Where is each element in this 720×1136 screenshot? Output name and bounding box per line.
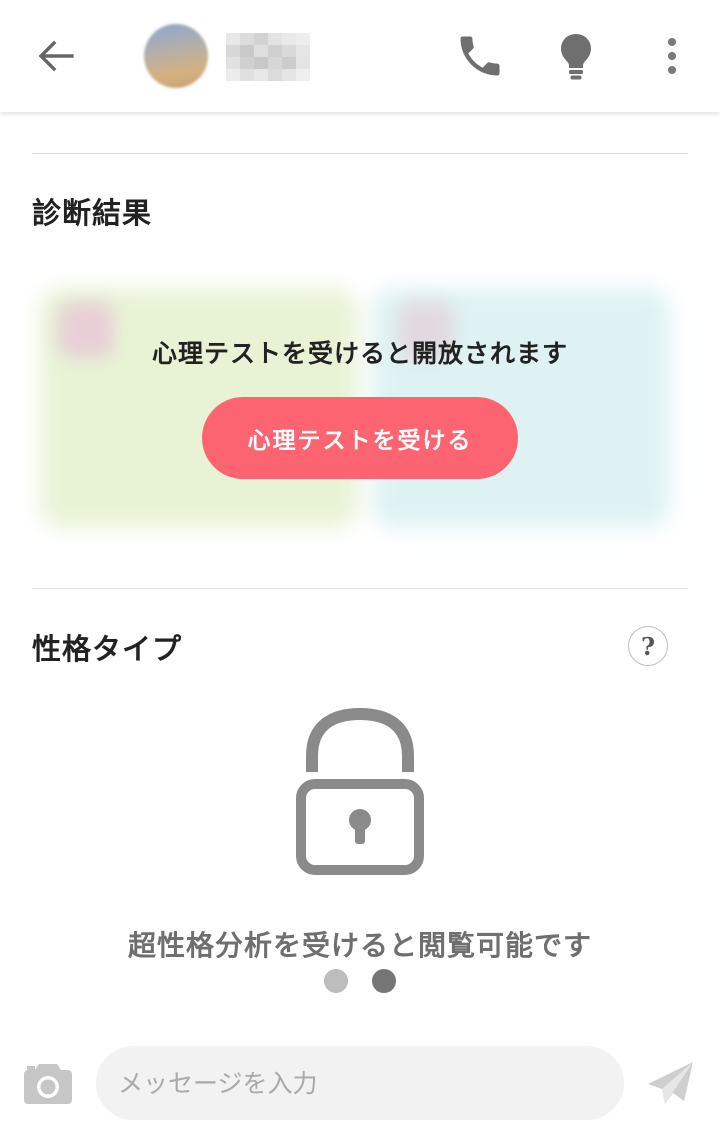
send-icon <box>648 1062 693 1104</box>
arrow-left-icon <box>38 40 74 72</box>
camera-icon <box>24 1064 72 1104</box>
lightbulb-icon <box>561 34 591 80</box>
call-button[interactable] <box>454 30 506 82</box>
back-button[interactable] <box>30 30 82 82</box>
diagnosis-section-title: 診断結果 <box>32 196 153 230</box>
phone-icon <box>460 36 500 76</box>
help-button[interactable]: ? <box>628 626 668 666</box>
chat-screen: 診断結果 心理テストを受けると開放されます 心理テストを受ける 性格タイプ ? … <box>0 0 720 1136</box>
locked-message: 超性格分析を受けると閲覧可能です <box>127 929 592 962</box>
contact-name-pixelated <box>226 33 310 81</box>
message-input[interactable] <box>96 1046 624 1120</box>
more-vertical-icon <box>668 38 676 74</box>
more-menu-button[interactable] <box>646 30 698 82</box>
pager-dot-active[interactable] <box>372 969 396 993</box>
take-psych-test-button[interactable]: 心理テストを受ける <box>202 397 518 479</box>
tips-button[interactable] <box>550 30 602 82</box>
contact-avatar[interactable] <box>144 24 208 88</box>
lock-icon <box>296 708 424 875</box>
app-header <box>0 0 720 112</box>
section-divider <box>32 153 688 154</box>
carousel-pager <box>322 969 402 995</box>
send-button[interactable] <box>646 1060 696 1106</box>
section-divider <box>32 588 688 589</box>
personality-section-title: 性格タイプ <box>32 632 183 666</box>
pager-dot[interactable] <box>324 969 348 993</box>
unlock-message: 心理テストを受けると開放されます <box>151 339 568 368</box>
camera-button[interactable] <box>22 1060 74 1108</box>
